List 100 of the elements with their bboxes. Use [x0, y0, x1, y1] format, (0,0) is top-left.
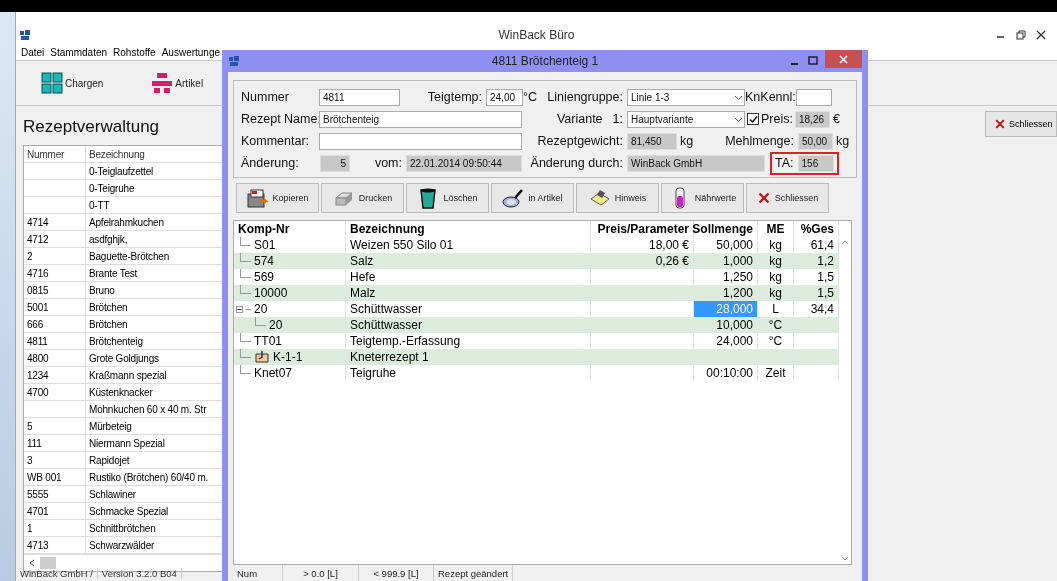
table-cell: Zeit	[758, 365, 794, 381]
menu-item[interactable]: Auswertunge	[161, 47, 221, 58]
field-label: Kommentar:	[241, 134, 311, 148]
table-cell: 4716	[24, 265, 86, 281]
column-header[interactable]: Bezeichnung	[86, 148, 145, 160]
chevron-down-icon[interactable]	[841, 556, 849, 562]
component-number: 574	[254, 254, 275, 268]
unit-label: °C	[523, 90, 539, 104]
collapse-icon[interactable]	[236, 305, 243, 313]
component-number: 10000	[254, 286, 288, 300]
horizontal-scrollbar[interactable]	[24, 554, 222, 571]
table-cell: kg	[758, 285, 794, 301]
table-cell: 1234	[24, 367, 86, 383]
maximize-icon[interactable]	[807, 56, 819, 66]
status-text: Version 3.2.0 B04	[97, 568, 182, 579]
dropdown[interactable]: Linie 1-3	[627, 88, 745, 106]
status-text: < 999.9 [L]	[359, 565, 434, 581]
section-heading: Rezeptverwaltung	[23, 117, 161, 137]
table-cell-text: Küstenknacker	[88, 386, 153, 398]
menu-item[interactable]: Stammdaten	[50, 47, 108, 58]
table-cell-text: 0-TT	[88, 199, 110, 211]
table-cell[interactable]: 10,000	[694, 317, 758, 333]
restore-icon[interactable]	[1015, 30, 1027, 40]
checkbox[interactable]	[747, 113, 759, 125]
column-header[interactable]: Bezeichnung	[346, 221, 591, 237]
cross-icon	[756, 191, 771, 205]
table-cell: 0,26 €	[591, 253, 694, 269]
table-cell: Kneterrezept 1	[346, 349, 591, 365]
text-field[interactable]: Brötchenteig	[319, 110, 522, 128]
hierarchy-icon	[151, 72, 174, 94]
field-label: Preis:	[761, 112, 794, 126]
field-label: Rezept Name:	[241, 112, 319, 126]
chevron-left-icon[interactable]	[28, 559, 36, 567]
column-header[interactable]: Sollmenge	[694, 221, 758, 237]
toolbar-button[interactable]: Schliessen	[746, 183, 829, 213]
table-row[interactable]: 10000 Malz 1,200 kg 1,5	[234, 285, 839, 301]
table-row[interactable]: 20 Schüttwasser 10,000 °C	[234, 317, 839, 333]
component-number: 20	[254, 302, 268, 316]
component-number: TT01	[254, 334, 282, 348]
text-field[interactable]: WinBack GmbH	[627, 154, 765, 172]
dropdown[interactable]: Hauptvariante	[627, 110, 745, 128]
table-cell-text: 0-Teiglaufzettel	[88, 165, 154, 177]
status-text: Num	[233, 565, 283, 581]
table-cell-text: Apfelrahmkuchen	[88, 216, 164, 228]
chevron-down-icon	[734, 93, 743, 101]
text-field[interactable]: 22.01.2014 09:50:44	[406, 154, 522, 172]
field-label: Rezeptgewicht:	[536, 134, 624, 148]
toolbar-button[interactable]: Nährwerte	[661, 183, 744, 213]
table-row[interactable]: 574 Salz 0,26 € 1,000 kg 1,2	[234, 253, 839, 269]
toolbar-button[interactable]: Löschen	[406, 183, 489, 213]
toolbar-button[interactable]: Kopieren	[236, 183, 319, 213]
chevron-down-icon	[734, 115, 743, 123]
text-field[interactable]: 81,450	[627, 132, 677, 150]
column-header[interactable]: Nummer	[24, 146, 86, 162]
menu-item[interactable]: Rohstoffe	[113, 47, 156, 58]
toolbar-button[interactable]: Chargen	[41, 72, 104, 94]
table-cell: 4714	[24, 214, 86, 230]
table-cell[interactable]: 1,000	[694, 253, 758, 269]
column-header[interactable]: Komp-Nr	[234, 221, 346, 237]
table-cell[interactable]: 00:10:00	[694, 365, 758, 381]
text-field[interactable]: 50,00	[798, 132, 833, 150]
table-cell-text: Grote Goldjungs	[88, 352, 159, 364]
text-field[interactable]	[319, 132, 522, 150]
column-header[interactable]: %Ges	[794, 221, 839, 237]
table-cell: 666	[24, 316, 86, 332]
component-number: Knet07	[254, 366, 293, 380]
table-cell-text: Brötchenteig	[88, 335, 143, 347]
text-field[interactable]	[796, 88, 832, 106]
field-label: Änderung durch:	[529, 156, 624, 170]
window-title: WinBack Büro	[498, 28, 575, 42]
chevron-up-icon[interactable]	[841, 239, 849, 245]
text-field[interactable]: 24,00	[486, 88, 523, 106]
column-header[interactable]: ME	[758, 221, 794, 237]
menu-item[interactable]: Datei	[21, 47, 45, 58]
toolbar-button[interactable]: Drucken	[321, 183, 404, 213]
scrollbar-thumb[interactable]	[40, 557, 56, 569]
close-button[interactable]	[825, 50, 862, 68]
text-field[interactable]: 4811	[319, 88, 400, 106]
close-icon[interactable]	[1035, 30, 1047, 40]
table-cell: °C	[758, 317, 794, 333]
table-row[interactable]: Knet07 Teigruhe 00:10:00 Zeit	[234, 365, 839, 381]
unit-label: €	[832, 112, 840, 126]
toolbar-button[interactable]: in Artikel	[491, 183, 574, 213]
table-cell-text: Rustiko (Brötchen) 60/40 m.	[88, 471, 209, 483]
app-icon	[228, 55, 240, 67]
table-cell-text: Schnittbrötchen	[88, 522, 156, 534]
table-cell: 5001	[24, 299, 86, 315]
toolbar-button[interactable]: Hinweis	[576, 183, 659, 213]
column-header[interactable]: Preis/Parameter	[591, 221, 694, 237]
kneading-bowl-icon	[254, 350, 270, 364]
close-button[interactable]: Schliessen	[985, 111, 1057, 137]
table-cell: 0815	[24, 282, 86, 298]
text-field[interactable]: 156	[797, 154, 834, 172]
table-row[interactable]: K-1-1 Kneterrezept 1	[234, 349, 839, 365]
table-cell-text: Schwarzwälder	[88, 539, 155, 551]
cross-icon	[994, 118, 1006, 130]
toolbar-button[interactable]: Artikel	[151, 72, 204, 94]
table-cell: 1,5	[794, 285, 839, 301]
text-field[interactable]: 5	[320, 154, 350, 172]
text-field[interactable]: 18,26	[795, 110, 830, 128]
